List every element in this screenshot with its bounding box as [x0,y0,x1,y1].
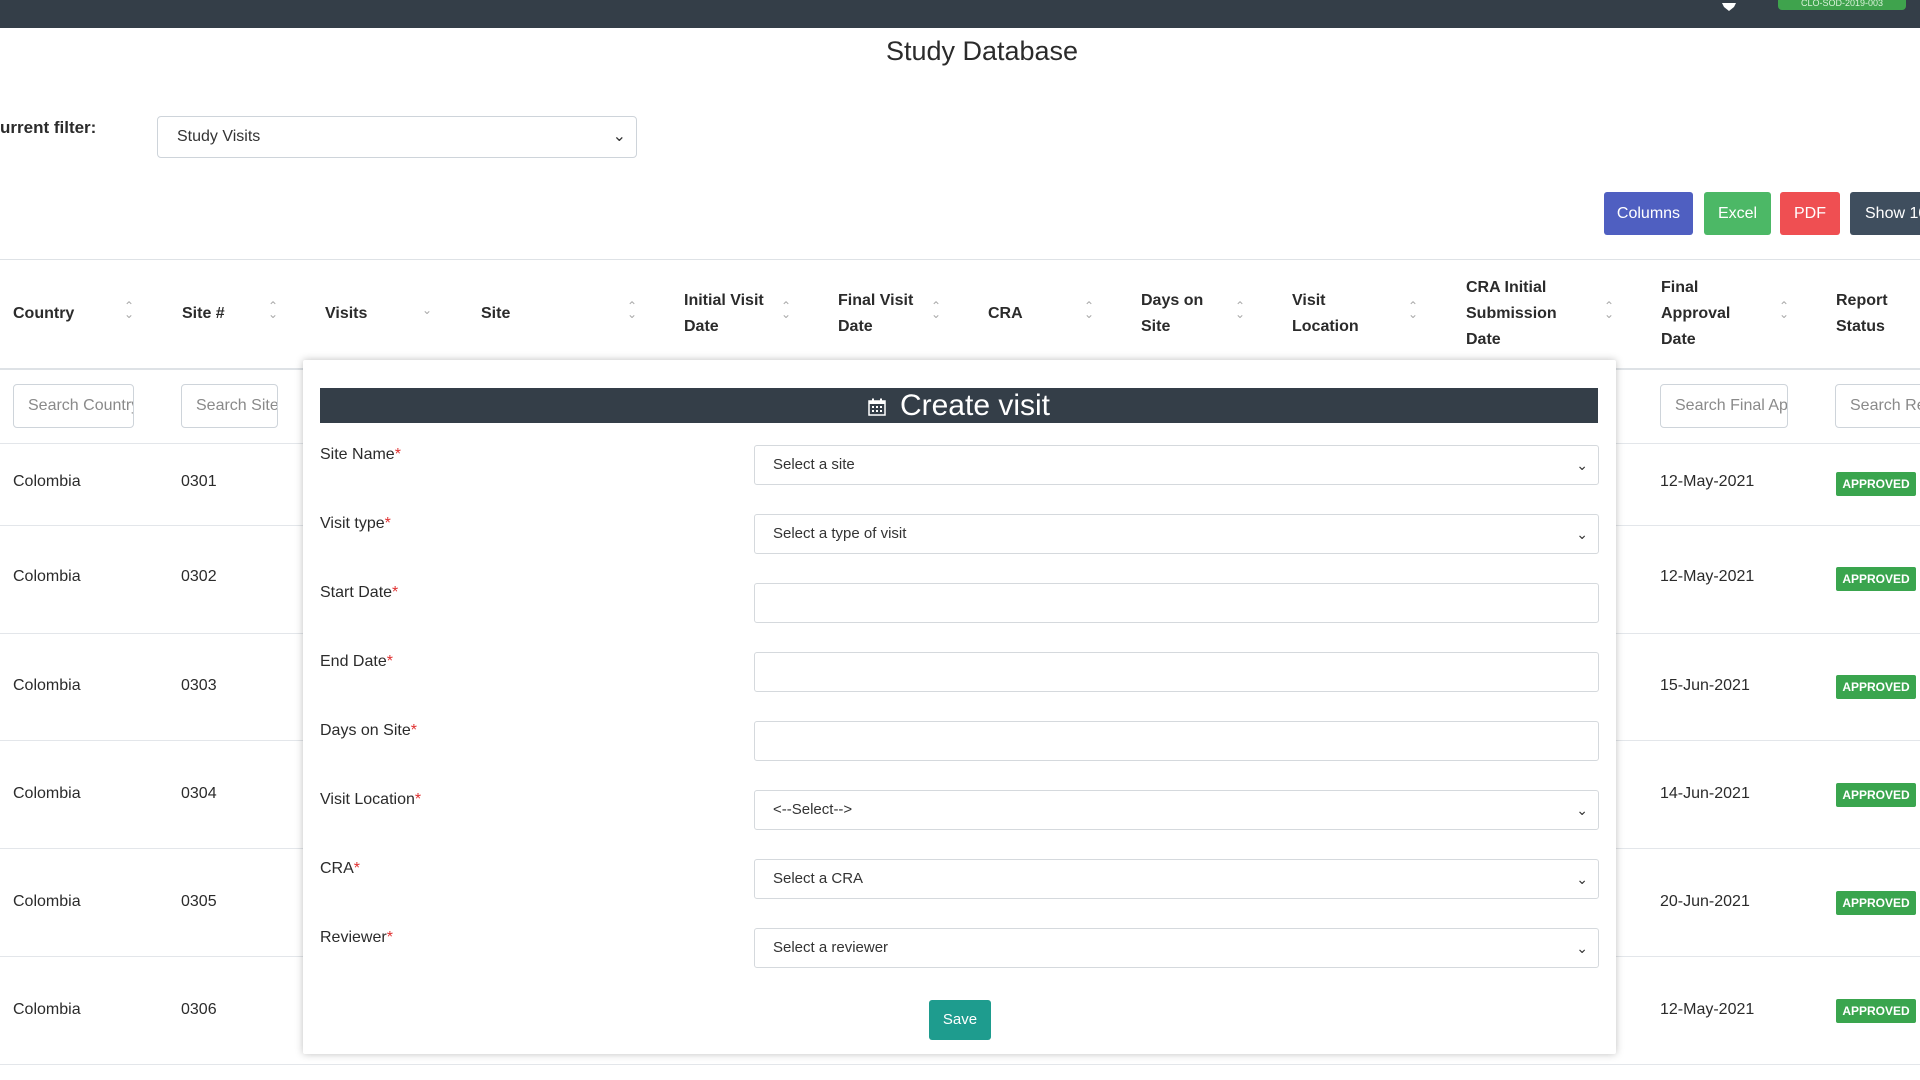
cra-select[interactable]: Select a CRA ⌄ [754,859,1599,899]
calendar-icon [868,398,886,416]
cell-site-num: 0303 [181,677,217,694]
status-badge: APPROVED [1836,783,1916,807]
sort-icon[interactable]: ⌃ ⌄ [124,300,134,322]
search-report-status-input[interactable]: Search Report Status [1835,384,1920,428]
site-name-select[interactable]: Select a site ⌄ [754,445,1599,485]
status-badge: APPROVED [1836,891,1916,915]
sort-icon[interactable]: ⌃ ⌄ [1779,300,1789,322]
top-navbar: CLO-SOD-2019-003 [0,0,1920,28]
cell-site-num: 0302 [181,568,217,585]
cell-final-approval: 15-Jun-2021 [1660,677,1750,694]
col-header-final-visit-date[interactable]: Final Visit Date [838,259,913,369]
status-badge: APPROVED [1836,999,1916,1023]
cell-country: Colombia [13,677,81,694]
col-header-visits[interactable]: Visits [325,259,367,369]
chevron-down-icon: ⌄ [1576,457,1588,473]
sort-desc-icon[interactable]: ⌄ [422,304,432,326]
end-date-label: End Date* [320,653,393,670]
search-country-input[interactable]: Search Country [13,384,134,428]
cell-final-approval: 12-May-2021 [1660,568,1755,585]
cell-country: Colombia [13,568,81,585]
pdf-button[interactable]: PDF [1780,192,1840,235]
sort-icon[interactable]: ⌃ ⌄ [931,300,941,322]
days-on-site-label: Days on Site* [320,722,417,739]
sort-icon[interactable]: ⌃ ⌄ [1084,300,1094,322]
visit-location-label: Visit Location* [320,791,422,808]
col-header-visit-location[interactable]: Visit Location [1292,259,1359,369]
create-visit-modal: Create visit Site Name* Select a site ⌄ V… [303,360,1616,1054]
col-header-report-status[interactable]: Report Status [1836,259,1888,369]
end-date-input[interactable] [754,652,1599,692]
cra-label: CRA* [320,860,361,877]
cell-site-num: 0304 [181,785,217,802]
start-date-label: Start Date* [320,584,399,601]
sort-icon[interactable]: ⌃ ⌄ [268,300,278,322]
cell-country: Colombia [13,473,81,490]
reviewer-label: Reviewer* [320,929,393,946]
save-button[interactable]: Save [929,1000,991,1040]
chevron-down-icon: ⌄ [1576,940,1588,956]
page-title: Study Database [885,36,1079,66]
sort-icon[interactable]: ⌃ ⌄ [1604,300,1614,322]
site-name-label: Site Name* [320,446,401,463]
chevron-down-icon: ⌄ [1576,871,1588,887]
cell-country: Colombia [13,785,81,802]
start-date-input[interactable] [754,583,1599,623]
chevron-down-icon: ⌄ [1576,526,1588,542]
col-header-cra-initial-submission-date[interactable]: CRA Initial Submission Date [1466,259,1557,369]
col-header-site-num[interactable]: Site # [182,259,225,369]
cell-final-approval: 20-Jun-2021 [1660,893,1750,910]
status-badge: APPROVED [1836,472,1916,496]
sort-icon[interactable]: ⌃ ⌄ [781,300,791,322]
cell-final-approval: 14-Jun-2021 [1660,785,1750,802]
reviewer-select[interactable]: Select a reviewer ⌄ [754,928,1599,968]
cell-site-num: 0305 [181,893,217,910]
cell-site-num: 0301 [181,473,217,490]
col-header-cra[interactable]: CRA [988,259,1023,369]
sort-icon[interactable]: ⌃ ⌄ [1235,300,1245,322]
visit-location-select[interactable]: <--Select--> ⌄ [754,790,1599,830]
col-header-initial-visit-date[interactable]: Initial Visit Date [684,259,764,369]
table-header-top-border [0,259,1920,260]
status-badge: APPROVED [1836,675,1916,699]
visit-type-label: Visit type* [320,515,391,532]
chevron-down-icon: ⌄ [1576,802,1588,818]
filter-label: urrent filter: [0,118,97,137]
days-on-site-input[interactable] [754,721,1599,761]
search-site-num-input[interactable]: Search Site # [181,384,278,428]
visit-type-select[interactable]: Select a type of visit ⌄ [754,514,1599,554]
excel-button[interactable]: Excel [1704,192,1771,235]
user-badge[interactable]: CLO-SOD-2019-003 [1778,0,1906,10]
chevron-down-icon: ⌄ [612,128,626,145]
sort-icon[interactable]: ⌃ ⌄ [1408,300,1418,322]
col-header-site[interactable]: Site [481,259,510,369]
search-final-approval-input[interactable]: Search Final Approval Date [1660,384,1788,428]
col-header-days-on-site[interactable]: Days on Site [1141,259,1203,369]
cell-final-approval: 12-May-2021 [1660,473,1755,490]
cell-site-num: 0306 [181,1001,217,1018]
col-header-country[interactable]: Country [13,259,74,369]
row-divider [0,1064,1920,1065]
status-badge: APPROVED [1836,567,1916,591]
cell-final-approval: 12-May-2021 [1660,1001,1755,1018]
filter-select[interactable]: Study Visits ⌄ [157,116,637,158]
bell-icon[interactable] [1718,0,1740,11]
show-entries-button[interactable]: Show 10 [1850,192,1920,235]
filter-select-value: Study Visits [177,128,261,145]
columns-button[interactable]: Columns [1604,192,1693,235]
col-header-final-approval-date[interactable]: Final Approval Date [1661,259,1730,369]
sort-icon[interactable]: ⌃ ⌄ [627,300,637,322]
cell-country: Colombia [13,893,81,910]
modal-header: Create visit [320,388,1598,423]
modal-title: Create visit [899,389,1051,422]
cell-country: Colombia [13,1001,81,1018]
